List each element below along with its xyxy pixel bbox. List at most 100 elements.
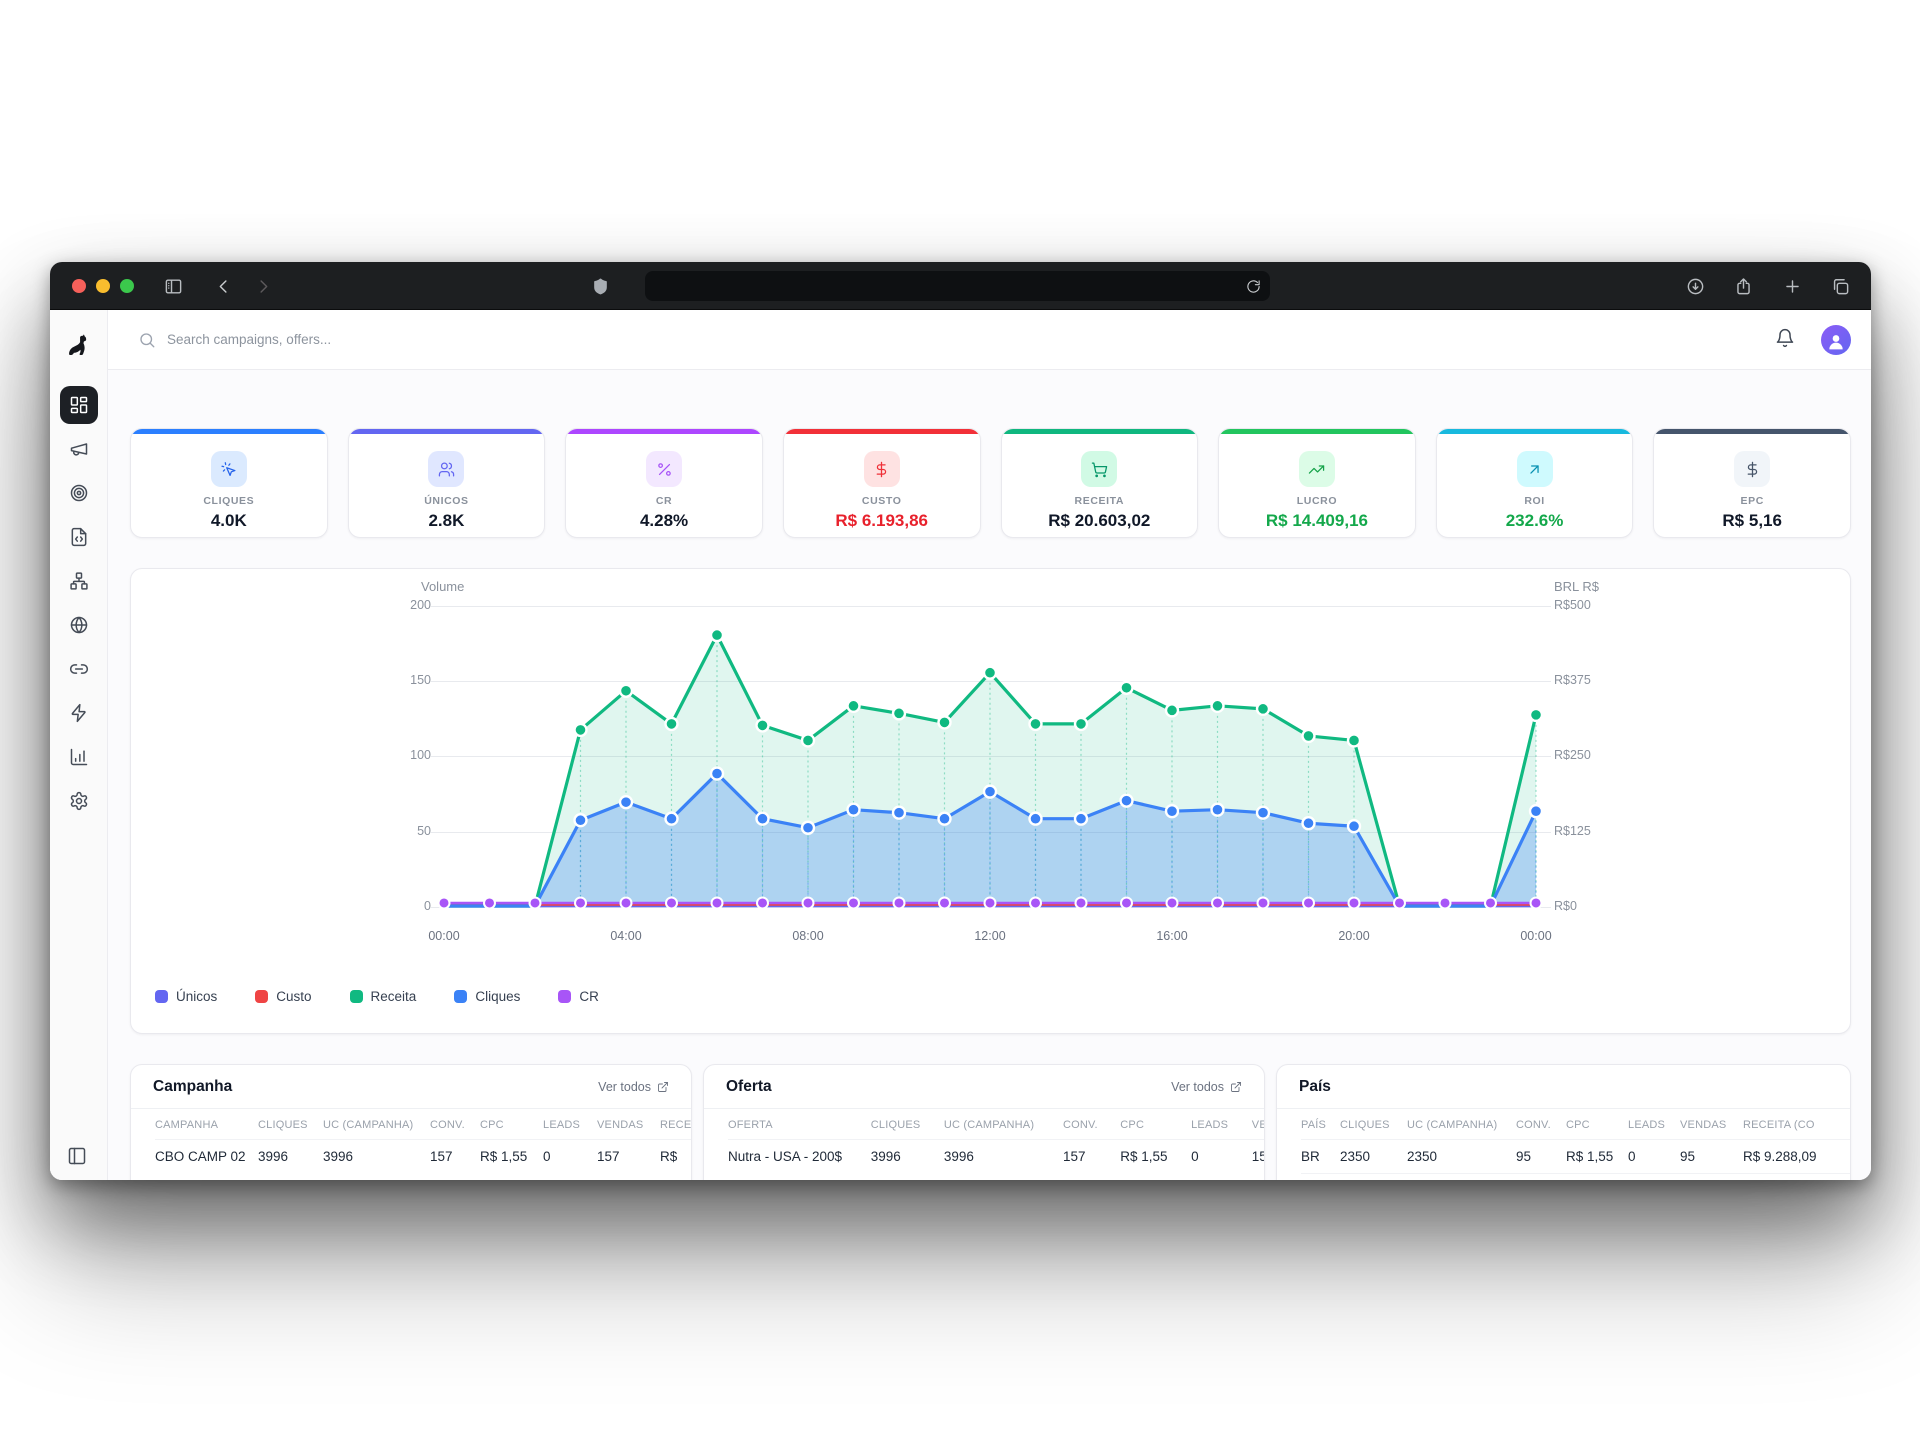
dog-logo[interactable] [63,330,95,362]
new-tab-icon[interactable] [1780,274,1804,298]
legend-label: CR [579,989,599,1004]
sidebar-item-funnels[interactable] [60,562,98,600]
dollar-icon [864,451,900,487]
time-series-chart[interactable] [438,593,1546,938]
collapse-sidebar-icon[interactable] [67,1146,91,1170]
kpi-card-custo[interactable]: CUSTO R$ 6.193,86 [783,428,981,538]
search-input[interactable]: Search campaigns, offers... [138,331,1775,349]
user-icon [1826,331,1846,351]
kpi-label: ÚNICOS [424,495,468,507]
kpi-card-epc[interactable]: EPC R$ 5,16 [1653,428,1851,538]
kpi-card-roi[interactable]: ROI 232.6% [1436,428,1634,538]
pais-table: PAÍSCLIQUES UC (CAMPANHA)CONV. CPCLEADS … [1301,1109,1851,1180]
zap-icon [69,703,89,723]
x-tick: 12:00 [955,929,1025,943]
legend-swatch [255,990,268,1003]
percent-icon [646,451,682,487]
sidebar-item-landers[interactable] [60,518,98,556]
arrow-up-right-icon [1517,451,1553,487]
back-icon[interactable] [211,274,235,298]
kpi-card-receita[interactable]: RECEITA R$ 20.603,02 [1001,428,1199,538]
legend-label: Receita [371,989,417,1004]
trending-up-icon [1299,451,1335,487]
search-icon [138,331,156,349]
kpi-card-unicos[interactable]: ÚNICOS 2.8K [348,428,546,538]
ver-todos-link[interactable]: Ver todos [1171,1080,1242,1094]
kpi-label: EPC [1740,495,1763,507]
kpi-value: 4.28% [640,511,688,531]
kpi-value: R$ 14.409,16 [1266,511,1368,531]
browser-window: Search campaigns, offers... CLIQUES 4.0K [50,262,1871,1180]
legend-swatch [155,990,168,1003]
avatar[interactable] [1821,325,1851,355]
external-link-icon [657,1081,669,1093]
shield-icon[interactable] [588,274,612,298]
sidebar-item-campaigns[interactable] [60,430,98,468]
right-tick: R$500 [1554,598,1591,612]
share-icon[interactable] [1731,274,1755,298]
legend-item-cliques[interactable]: Cliques [454,989,520,1004]
legend-swatch [350,990,363,1003]
x-tick: 16:00 [1137,929,1207,943]
legend-item-cr[interactable]: CR [558,989,599,1004]
right-axis-title: BRL R$ [1554,579,1599,594]
reload-icon[interactable] [1242,275,1264,297]
legend-label: Custo [276,989,311,1004]
left-tick: 50 [361,824,431,838]
table-row[interactable]: CBO CAMP 023996 3996157 R$ 1,550 157R$ [155,1140,692,1174]
kpi-value: R$ 5,16 [1722,511,1782,531]
volume-chart-card: Volume BRL R$ 200 150 100 50 0 R$500 R$3… [130,568,1851,1034]
address-bar[interactable] [645,271,1270,301]
legend-item-custo[interactable]: Custo [255,989,311,1004]
ver-todos-link[interactable]: Ver todos [598,1080,669,1094]
sidebar-item-offers[interactable] [60,474,98,512]
kpi-card-cr[interactable]: CR 4.28% [565,428,763,538]
users-icon [428,451,464,487]
sidebar-toggle-icon[interactable] [161,274,185,298]
link-icon [69,659,89,679]
close-window-button[interactable] [72,279,86,293]
kpi-accent [1654,429,1850,434]
zoom-window-button[interactable] [120,279,134,293]
sidebar-item-automation[interactable] [60,694,98,732]
right-tick: R$375 [1554,673,1591,687]
tab-overview-icon[interactable] [1828,274,1852,298]
forward-icon[interactable] [251,274,275,298]
pais-card: País PAÍSCLIQUES UC (CAMPANHA)CONV. CPCL… [1276,1064,1851,1180]
right-tick: R$250 [1554,748,1591,762]
legend-item-unicos[interactable]: Únicos [155,989,217,1004]
kpi-value: R$ 20.603,02 [1048,511,1150,531]
left-tick: 200 [361,598,431,612]
cart-icon [1081,451,1117,487]
x-tick: 00:00 [1501,929,1571,943]
kpi-value: 232.6% [1506,511,1564,531]
browser-toolbar [50,262,1871,310]
sidebar-item-dashboard[interactable] [60,386,98,424]
sidebar-item-links[interactable] [60,650,98,688]
kpi-accent [1219,429,1415,434]
kpi-accent [784,429,980,434]
campanha-table: CAMPANHACLIQUES UC (CAMPANHA)CONV. CPCLE… [155,1109,692,1173]
kpi-value: R$ 6.193,86 [835,511,928,531]
downloads-icon[interactable] [1683,274,1707,298]
sidebar-item-reports[interactable] [60,738,98,776]
minimize-window-button[interactable] [96,279,110,293]
gear-icon [69,791,89,811]
legend-item-receita[interactable]: Receita [350,989,417,1004]
table-row[interactable]: BR2350 235095 R$ 1,550 95R$ 9.288,09 [1301,1140,1851,1174]
right-tick: R$125 [1554,824,1591,838]
table-row[interactable]: Nutra - USA - 200$3996 3996157 R$ 1,550 … [728,1140,1265,1174]
kpi-card-lucro[interactable]: LUCRO R$ 14.409,16 [1218,428,1416,538]
sidebar-item-domains[interactable] [60,606,98,644]
megaphone-icon [69,439,89,459]
bell-icon[interactable] [1775,328,1799,352]
external-link-icon [1230,1081,1242,1093]
campanha-card: Campanha Ver todos CAMPANHACLIQUES UC (C… [130,1064,692,1180]
sidebar-item-settings[interactable] [60,782,98,820]
search-placeholder: Search campaigns, offers... [167,332,331,347]
kpi-card-cliques[interactable]: CLIQUES 4.0K [130,428,328,538]
kpi-value: 2.8K [428,511,464,531]
kpi-label: ROI [1524,495,1544,507]
table-row[interactable]: PT636 63620 R$ 1,550 20R$ 3.484,10 [1301,1174,1851,1181]
left-tick: 0 [361,899,431,913]
